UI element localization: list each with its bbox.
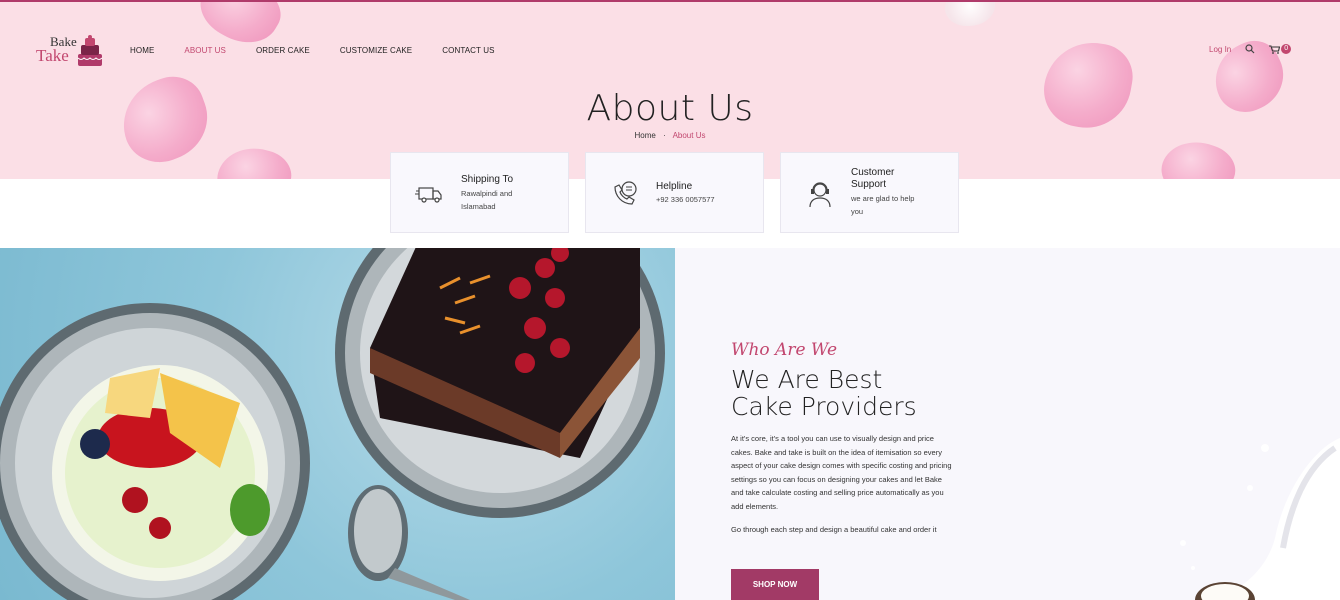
support-agent-icon	[809, 182, 831, 208]
support-desc-line1: we are glad to help	[851, 194, 915, 203]
shipping-desc-line1: Rawalpindi and	[461, 189, 513, 198]
support-desc-line2: you	[851, 207, 864, 216]
delivery-truck-icon	[415, 187, 442, 203]
shop-now-button[interactable]: SHOP NOW	[731, 569, 819, 600]
nav-contact-us[interactable]: CONTACT US	[442, 46, 494, 55]
breadcrumb-home[interactable]: Home	[635, 131, 656, 140]
para-line: cakes. Bake and take is built on the ide…	[731, 447, 942, 457]
about-paragraph: At it's core, it's a tool you can use to…	[731, 432, 963, 514]
support-card: Customer Support we are glad to help you	[780, 152, 959, 233]
shipping-card: Shipping To Rawalpindi and Islamabad	[390, 152, 569, 233]
breadcrumb-current: About Us	[672, 131, 706, 140]
nav-customize-cake[interactable]: CUSTOMIZE CAKE	[340, 46, 412, 55]
cake-logo-icon	[77, 35, 103, 66]
milk-splash-illustration	[1180, 438, 1340, 600]
brand-logo[interactable]: Bake Take	[34, 32, 104, 68]
cart-count-badge: 0	[1281, 44, 1292, 54]
section-heading: We Are Best Cake Providers	[731, 366, 917, 420]
petal-decoration	[211, 139, 297, 179]
page-title: About Us	[586, 88, 754, 129]
phone-chat-icon	[614, 181, 637, 205]
para-line: aspect of your cake design comes with sp…	[731, 461, 952, 471]
para-line: settings so you can focus on designing y…	[731, 474, 942, 484]
support-title-line1: Customer	[851, 167, 895, 178]
para-line: and take calculate costing and selling p…	[731, 488, 944, 498]
section-tagline: Who Are We	[731, 340, 838, 360]
helpline-title: Helpline	[656, 181, 693, 192]
main-nav: HOME ABOUT US ORDER CAKE CUSTOMIZE CAKE …	[130, 46, 495, 55]
search-icon[interactable]	[1245, 44, 1255, 54]
about-section: Who Are We We Are Best Cake Providers At…	[675, 248, 1340, 600]
info-cards: Shipping To Rawalpindi and Islamabad Hel…	[390, 152, 959, 233]
heading-line1: We Are Best	[731, 365, 883, 394]
nav-about-us[interactable]: ABOUT US	[184, 46, 226, 55]
about-paragraph-2: Go through each step and design a beauti…	[731, 525, 937, 534]
breadcrumb: Home · About Us	[0, 131, 1340, 140]
header-actions: Log In 0	[1209, 44, 1292, 54]
para-line: At it's core, it's a tool you can use to…	[731, 434, 934, 443]
logo-text-take: Take	[36, 46, 69, 65]
nav-order-cake[interactable]: ORDER CAKE	[256, 46, 310, 55]
cart-button[interactable]: 0	[1269, 44, 1292, 54]
petal-decoration	[945, 2, 995, 26]
helpline-number: +92 336 0057577	[656, 195, 715, 204]
helpline-card: Helpline +92 336 0057577	[585, 152, 764, 233]
login-link[interactable]: Log In	[1209, 45, 1231, 54]
cakes-photo	[0, 248, 675, 600]
para-line: add elements.	[731, 501, 779, 511]
nav-home[interactable]: HOME	[130, 46, 154, 55]
breadcrumb-separator: ·	[663, 131, 666, 140]
heading-line2: Cake Providers	[731, 392, 917, 421]
cart-icon	[1269, 44, 1281, 54]
shipping-desc-line2: Islamabad	[461, 202, 496, 211]
cake-plates-illustration	[0, 248, 665, 600]
shipping-title: Shipping To	[461, 174, 514, 185]
support-title-line2: Support	[851, 179, 887, 190]
